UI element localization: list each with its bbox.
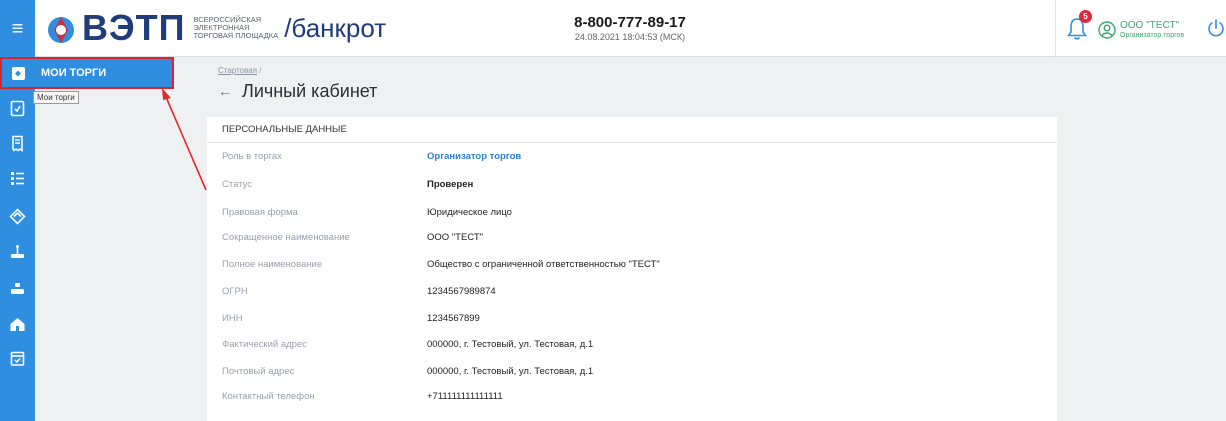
row-label: Полное наименование: [222, 259, 323, 270]
logo-title: ВЭТП: [82, 7, 186, 48]
scale-icon: [11, 244, 24, 258]
sidebar-item-label: МОИ ТОРГИ: [41, 67, 107, 79]
breadcrumb-home-link[interactable]: Стартовая: [218, 66, 257, 75]
page-header: ← Личный кабинет: [218, 80, 377, 102]
site-logo[interactable]: ВЭТП ВСЕРОССИЙСКАЯ ЭЛЕКТРОННАЯ ТОРГОВАЯ …: [44, 8, 386, 48]
row-value: Юридическое лицо: [427, 207, 512, 218]
page-title: Личный кабинет: [242, 80, 378, 101]
sidebar-item-receipts[interactable]: [0, 130, 35, 156]
logout-power-icon[interactable]: [1207, 18, 1225, 38]
breadcrumb: Стартовая /: [218, 66, 262, 75]
row-label: ОГРН: [222, 286, 248, 297]
sidebar-item-calendar[interactable]: [0, 345, 35, 371]
user-role: Организатор торгов: [1120, 32, 1185, 39]
sidebar-item-list[interactable]: [0, 165, 35, 191]
personal-data-card: ПЕРСОНАЛЬНЫЕ ДАННЫЕ Роль в торгах Органи…: [207, 117, 1057, 421]
top-header: ≡ ВЭТП ВСЕРОССИЙСКАЯ ЭЛЕКТРОННАЯ ТОРГОВА…: [0, 0, 1226, 57]
row-value: 1234567989874: [427, 286, 496, 297]
scale-alt-icon: [11, 282, 24, 294]
list-icon: [11, 171, 24, 185]
hotline-phone[interactable]: 8-800-777-89-17: [540, 14, 720, 31]
sidebar-item-scale[interactable]: [0, 239, 35, 265]
sidebar-item-house[interactable]: [0, 311, 35, 337]
sidebar-item-my-trades[interactable]: МОИ ТОРГИ: [0, 57, 174, 89]
row-value: Проверен: [427, 179, 474, 190]
row-label: Сокращенное наименование: [222, 232, 350, 243]
house-icon: [10, 317, 25, 331]
row-value: 1234567899: [427, 313, 480, 324]
auction-icon: [9, 207, 26, 225]
sidebar-item-auction[interactable]: [0, 203, 35, 229]
breadcrumb-separator: /: [259, 66, 262, 75]
row-label: Статус: [222, 179, 253, 190]
receipt-icon: [12, 135, 23, 152]
trades-icon: [12, 66, 25, 80]
hotline: 8-800-777-89-17 24.08.2021 18:04:53 (МСК…: [540, 14, 720, 42]
row-value[interactable]: Организатор торгов: [427, 144, 521, 170]
server-datetime: 24.08.2021 18:04:53 (МСК): [574, 32, 686, 42]
user-menu[interactable]: ООО "ТЕСТ" Организатор торгов: [1098, 17, 1194, 43]
hamburger-menu-icon[interactable]: ≡: [0, 0, 35, 57]
logo-subtitle: ВСЕРОССИЙСКАЯ ЭЛЕКТРОННАЯ ТОРГОВАЯ ПЛОЩА…: [193, 15, 279, 40]
sidebar-item-scale-alt[interactable]: [0, 275, 35, 301]
left-sidebar: [0, 57, 35, 421]
section-name: /банкрот: [284, 13, 387, 43]
notification-badge: 5: [1079, 10, 1092, 23]
row-label: Роль в торгах: [222, 151, 282, 162]
row-value: ООО "ТЕСТ": [427, 232, 484, 243]
row-label: Фактический адрес: [222, 339, 307, 350]
row-value: 000000, г. Тестовый, ул. Тестовая, д.1: [427, 366, 594, 377]
header-user-area: 5 ООО "ТЕСТ" Организатор торгов: [1055, 0, 1226, 57]
tooltip: Мои торги: [33, 91, 79, 104]
calendar-icon: [10, 351, 25, 366]
logo-mark-icon: [48, 17, 74, 43]
row-label: Почтовый адрес: [222, 366, 295, 377]
row-value: 000000, г. Тестовый, ул. Тестовая, д.1: [427, 339, 594, 350]
row-label: Правовая форма: [222, 207, 298, 218]
row-label: ИНН: [222, 313, 243, 324]
user-name: ООО "ТЕСТ": [1120, 20, 1179, 31]
row-value: Общество с ограниченной ответственностью…: [427, 259, 660, 270]
sidebar-item-documents[interactable]: [0, 95, 35, 121]
user-avatar-icon: [1098, 21, 1116, 39]
row-value: +711111111111111: [427, 391, 503, 402]
card-title: ПЕРСОНАЛЬНЫЕ ДАННЫЕ: [207, 117, 1057, 143]
document-icon: [10, 100, 25, 116]
back-arrow-icon[interactable]: ←: [218, 83, 238, 99]
row-label: Контактный телефон: [222, 391, 315, 402]
